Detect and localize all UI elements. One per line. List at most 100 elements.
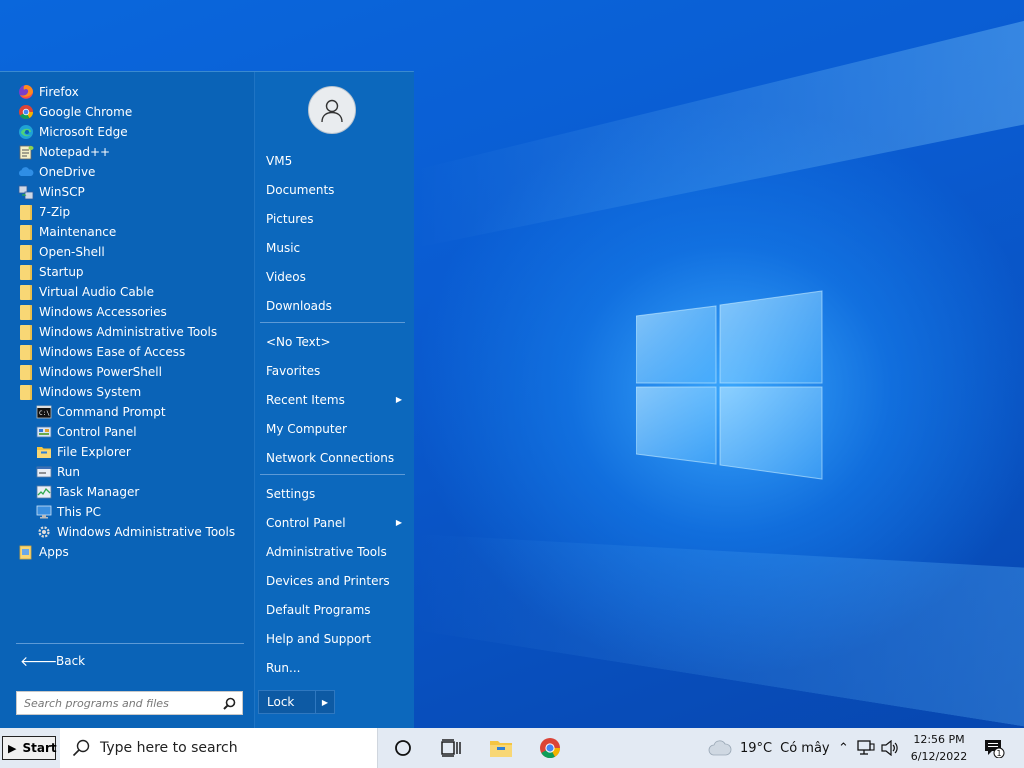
chrome-icon	[18, 104, 34, 120]
places-item-control-panel[interactable]: Control Panel ▶	[255, 508, 414, 537]
program-item-windows-accessories[interactable]: Windows Accessories	[0, 302, 255, 322]
program-item-control-panel[interactable]: Control Panel	[0, 422, 255, 442]
program-item-label: This PC	[57, 505, 101, 519]
show-hidden-icons-chevron-icon[interactable]: ⌃	[838, 741, 849, 756]
program-item-open-shell[interactable]: Open-Shell	[0, 242, 255, 262]
weather-widget[interactable]: 19°C Có mây	[708, 728, 830, 768]
places-item-videos[interactable]: Videos	[255, 262, 414, 291]
places-item-label: Network Connections	[266, 450, 395, 465]
onedrive-icon	[18, 164, 34, 180]
places-item-network-connections[interactable]: Network Connections	[255, 443, 414, 472]
program-item-run[interactable]: Run	[0, 462, 255, 482]
program-item-label: Task Manager	[57, 485, 140, 499]
taskbar: ▶ Start Type here to search 19°C Có mây …	[0, 728, 1024, 768]
places-item-label: Favorites	[266, 363, 321, 378]
places-item-label: Videos	[266, 269, 306, 284]
program-item-firefox[interactable]: Firefox	[0, 82, 255, 102]
program-item-onedrive[interactable]: OneDrive	[0, 162, 255, 182]
program-item-label: OneDrive	[39, 165, 96, 179]
program-item-label: 7-Zip	[39, 205, 71, 219]
program-item-label: Google Chrome	[39, 105, 133, 119]
firefox-icon	[18, 84, 34, 100]
places-item-settings[interactable]: Settings	[255, 479, 414, 508]
places-item-label: Recent Items	[266, 392, 345, 407]
places-item-vm5[interactable]: VM5	[255, 146, 414, 175]
places-item-label: VM5	[266, 153, 293, 168]
edge-icon	[18, 124, 34, 140]
programs-separator	[16, 643, 244, 644]
places-item-documents[interactable]: Documents	[255, 175, 414, 204]
volume-icon[interactable]	[881, 740, 899, 756]
program-item-startup[interactable]: Startup	[0, 262, 255, 282]
places-item-default-programs[interactable]: Default Programs	[255, 595, 414, 624]
program-item-label: Notepad++	[39, 145, 111, 159]
program-item-apps[interactable]: Apps	[0, 542, 255, 562]
program-item-microsoft-edge[interactable]: Microsoft Edge	[0, 122, 255, 142]
weather-condition: Có mây	[780, 740, 830, 756]
program-item-maintenance[interactable]: Maintenance	[0, 222, 255, 242]
program-item-windows-administrative-tools[interactable]: Windows Administrative Tools	[0, 322, 255, 342]
notification-icon: 1	[985, 740, 1005, 758]
places-item-music[interactable]: Music	[255, 233, 414, 262]
task-view-button[interactable]	[427, 728, 475, 768]
action-center-button[interactable]: 1	[974, 728, 1014, 768]
folder-icon	[18, 304, 34, 320]
places-item-label: Administrative Tools	[266, 544, 387, 559]
notepadpp-icon	[18, 144, 34, 160]
search-icon[interactable]	[223, 697, 236, 710]
program-item-virtual-audio-cable[interactable]: Virtual Audio Cable	[0, 282, 255, 302]
folder-icon	[18, 224, 34, 240]
network-icon[interactable]	[857, 740, 875, 756]
program-item-windows-ease-of-access[interactable]: Windows Ease of Access	[0, 342, 255, 362]
program-item-label: Windows Ease of Access	[39, 345, 186, 359]
program-item-winscp[interactable]: WinSCP	[0, 182, 255, 202]
program-item-task-manager[interactable]: Task Manager	[0, 482, 255, 502]
start-menu-places-pane: VM5 Documents Pictures Music Videos Downloads…	[255, 72, 414, 728]
program-item-windows-administrative-tools[interactable]: Windows Administrative Tools	[0, 522, 255, 542]
places-item-recent-items[interactable]: Recent Items ▶	[255, 385, 414, 414]
program-item-windows-system[interactable]: Windows System	[0, 382, 255, 402]
this-pc-icon	[36, 504, 52, 520]
notification-count: 1	[996, 749, 1001, 758]
user-avatar[interactable]	[308, 86, 356, 134]
taskbar-clock[interactable]: 12:56 PM 6/12/2022	[905, 731, 973, 765]
places-item-help-and-support[interactable]: Help and Support	[255, 624, 414, 653]
start-button[interactable]: ▶ Start	[2, 736, 57, 760]
taskbar-search-box[interactable]: Type here to search	[60, 728, 378, 768]
program-item-7-zip[interactable]: 7-Zip	[0, 202, 255, 222]
places-item-favorites[interactable]: Favorites	[255, 356, 414, 385]
program-item-notepad[interactable]: Notepad++	[0, 142, 255, 162]
cortana-button[interactable]	[379, 728, 427, 768]
program-search-box[interactable]	[16, 691, 243, 715]
places-item-label: Control Panel	[266, 515, 346, 530]
apps-icon	[18, 544, 34, 560]
taskbar-search-placeholder: Type here to search	[100, 740, 238, 756]
task-view-icon	[441, 739, 461, 757]
places-item-my-computer[interactable]: My Computer	[255, 414, 414, 443]
places-item-no-text[interactable]: <No Text>	[255, 327, 414, 356]
program-item-label: Control Panel	[57, 425, 137, 439]
program-item-label: File Explorer	[57, 445, 131, 459]
program-item-label: Maintenance	[39, 225, 117, 239]
places-item-devices-and-printers[interactable]: Devices and Printers	[255, 566, 414, 595]
program-item-file-explorer[interactable]: File Explorer	[0, 442, 255, 462]
program-search-input[interactable]	[24, 696, 214, 710]
wallpaper-light-beam-bottom	[415, 470, 1024, 728]
program-item-this-pc[interactable]: This PC	[0, 502, 255, 522]
lock-button[interactable]: Lock ▶	[258, 690, 335, 714]
system-tray-icons: ⌃	[838, 728, 899, 768]
places-item-run[interactable]: Run...	[255, 653, 414, 682]
places-item-pictures[interactable]: Pictures	[255, 204, 414, 233]
cortana-circle-icon	[395, 740, 411, 756]
program-item-windows-powershell[interactable]: Windows PowerShell	[0, 362, 255, 382]
back-button[interactable]: 🡐 Back	[16, 650, 244, 672]
places-item-downloads[interactable]: Downloads	[255, 291, 414, 320]
program-item-command-prompt[interactable]: C:\ Command Prompt	[0, 402, 255, 422]
program-item-label: Windows PowerShell	[39, 365, 162, 379]
file-explorer-taskbar-button[interactable]	[477, 728, 525, 768]
chrome-taskbar-button[interactable]	[526, 728, 574, 768]
places-item-administrative-tools[interactable]: Administrative Tools	[255, 537, 414, 566]
lock-options-arrow-icon[interactable]: ▶	[316, 698, 334, 707]
program-item-google-chrome[interactable]: Google Chrome	[0, 102, 255, 122]
weather-temperature: 19°C	[740, 740, 773, 756]
